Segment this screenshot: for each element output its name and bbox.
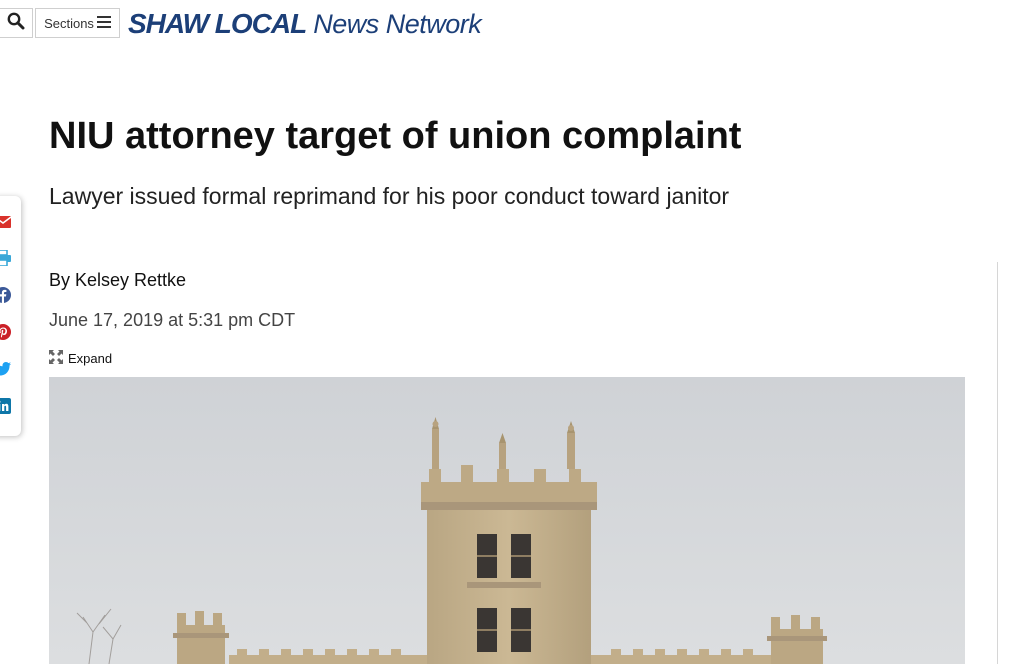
sections-menu-button[interactable]: Sections	[35, 8, 120, 38]
twitter-icon[interactable]	[0, 360, 12, 378]
article-byline[interactable]: By Kelsey Rettke	[49, 270, 186, 291]
expand-label: Expand	[68, 351, 113, 366]
article-headline: NIU attorney target of union complaint	[49, 115, 742, 157]
search-button[interactable]	[0, 8, 33, 38]
hamburger-menu-icon	[96, 15, 111, 31]
expand-image-button[interactable]: Expand	[49, 350, 112, 367]
sidebar-divider	[997, 262, 998, 664]
expand-arrows-icon	[49, 350, 68, 367]
pinterest-icon[interactable]	[0, 323, 12, 341]
print-icon[interactable]	[0, 249, 12, 267]
email-icon[interactable]	[0, 213, 12, 231]
article-subhead: Lawyer issued formal reprimand for his p…	[49, 183, 730, 209]
facebook-icon[interactable]	[0, 286, 12, 304]
site-logo[interactable]: SHAW LOCAL News Network	[128, 8, 482, 40]
logo-brand: SHAW LOCAL	[128, 8, 307, 39]
sections-label: Sections	[44, 15, 94, 31]
logo-network: News Network	[313, 9, 482, 39]
share-rail	[0, 196, 21, 436]
search-icon	[7, 12, 25, 35]
linkedin-icon[interactable]	[0, 397, 12, 415]
article-date: June 17, 2019 at 5:31 pm CDT	[49, 310, 296, 330]
lead-photo[interactable]	[49, 377, 965, 664]
